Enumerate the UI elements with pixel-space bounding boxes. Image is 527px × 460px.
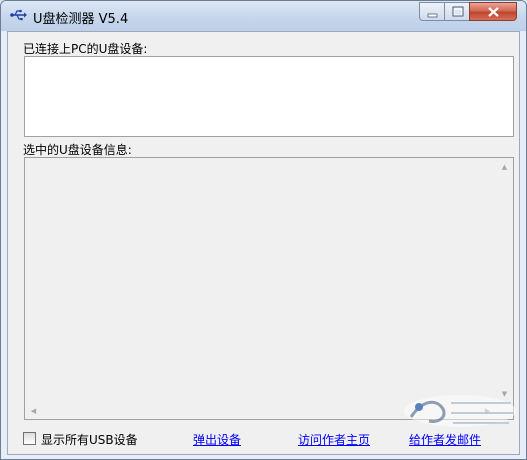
connected-devices-label: 已连接上PC的U盘设备: xyxy=(23,42,148,56)
device-info-box[interactable]: ▲ ▼ ◀ ▶ xyxy=(24,157,514,420)
vertical-scrollbar[interactable]: ▲ ▼ xyxy=(496,158,513,402)
app-window: U盘检测器 V5.4 已连接上PC的U盘设备: 选中的U盘设备信息: ▲ ▼ ◀… xyxy=(0,0,527,460)
title-bar[interactable]: U盘检测器 V5.4 xyxy=(1,1,526,31)
visit-author-homepage-link[interactable]: 访问作者主页 xyxy=(298,431,370,448)
email-author-link[interactable]: 给作者发邮件 xyxy=(409,431,481,448)
scrollbar-corner xyxy=(496,402,513,419)
eject-device-link[interactable]: 弹出设备 xyxy=(193,431,241,448)
connected-devices-list[interactable] xyxy=(24,56,514,137)
client-area: 已连接上PC的U盘设备: 选中的U盘设备信息: ▲ ▼ ◀ ▶ 显示所有USB设… xyxy=(7,31,520,455)
maximize-icon xyxy=(452,6,464,17)
show-all-usb-checkbox[interactable] xyxy=(23,432,36,445)
scroll-left-icon[interactable]: ◀ xyxy=(25,402,42,419)
scroll-down-icon[interactable]: ▼ xyxy=(496,385,513,402)
close-icon xyxy=(488,7,499,17)
minimize-button[interactable] xyxy=(419,2,445,21)
usb-icon xyxy=(10,8,28,22)
show-all-usb-label[interactable]: 显示所有USB设备 xyxy=(41,431,138,448)
scroll-up-icon[interactable]: ▲ xyxy=(496,158,513,175)
scroll-right-icon[interactable]: ▶ xyxy=(479,402,496,419)
close-button[interactable] xyxy=(469,2,517,21)
device-info-label: 选中的U盘设备信息: xyxy=(23,143,132,157)
window-title: U盘检测器 V5.4 xyxy=(33,12,129,27)
maximize-button[interactable] xyxy=(444,2,470,21)
horizontal-scrollbar[interactable]: ◀ ▶ xyxy=(25,402,496,419)
minimize-icon xyxy=(427,13,438,18)
